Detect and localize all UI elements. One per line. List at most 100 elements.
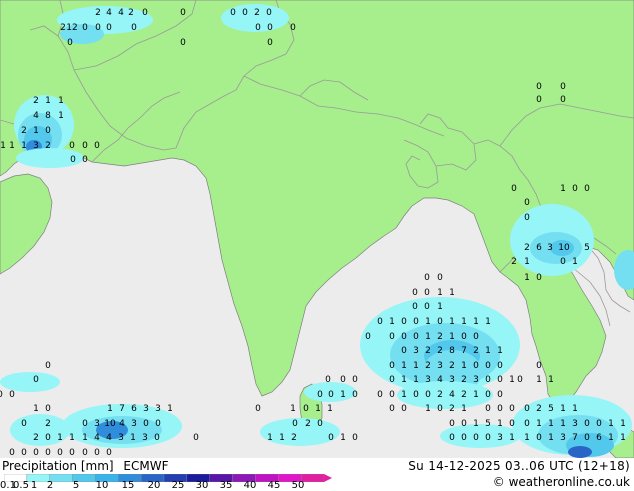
precip-value: 0 [82,141,88,151]
precip-value: 2 [473,346,479,356]
precip-value: 1 [620,419,626,429]
precip-value: 1 [548,433,554,443]
precip-value: 1 [524,433,530,443]
precip-value: 0 [142,8,148,18]
precip-value: 0 [255,23,261,33]
precip-value: 0 [511,184,517,194]
precip-value: 1 [57,433,63,443]
precip-value: 0 [401,346,407,356]
precip-value: 0 [94,448,100,458]
precip-value: 0 [154,433,160,443]
precip-value: 0 [389,332,395,342]
precip-value: 1 [485,346,491,356]
precip-value: 0 [461,433,467,443]
colorbar-tick: 25 [171,480,185,491]
precip-value: 0 [317,419,323,429]
precip-value: 1 [389,317,395,327]
precip-value: 1 [33,126,39,136]
colorbar-tick: 40 [243,480,257,491]
precip-value: 3 [497,433,503,443]
precip-value: 0 [473,332,479,342]
precip-value: 0 [560,95,566,105]
precip-value: 0 [596,419,602,429]
precip-value: 0 [449,419,455,429]
precip-value: 0 [524,404,530,414]
precip-value: 0 [517,375,523,385]
precip-value: 3 [33,141,39,151]
precip-value: 1 [524,273,530,283]
precip-value: 1 [279,433,285,443]
precip-value: 0 [352,390,358,400]
precip-value: 1 [167,404,173,414]
precip-value: 5 [584,243,590,253]
precip-value: 0 [524,213,530,223]
precip-value: 0 [45,361,51,371]
precip-value: 1 [33,404,39,414]
precip-value: 0 [82,23,88,33]
precip-value: 0 [70,155,76,165]
precip-value: 0 [389,390,395,400]
precip-value: 0 [497,390,503,400]
precip-value: 1 [572,404,578,414]
precip-value: 0 [21,419,27,429]
precip-value: 0 [180,38,186,48]
precip-value: 2 [437,332,443,342]
precip-value: 0 [352,375,358,385]
precip-value: 1 [473,317,479,327]
colorbar-tick: 1 [30,480,38,491]
precip-value: 0 [106,23,112,33]
precip-value: 0 [131,23,137,33]
precip-value: 0 [328,433,334,443]
precip-value: 12 [66,23,77,33]
precip-value: 2 [45,419,51,429]
precip-value: 6 [131,404,137,414]
precip-value: 0 [437,404,443,414]
colorbar-tick: 50 [291,480,305,491]
precip-value: 7 [461,346,467,356]
precip-value: 1 [608,433,614,443]
precip-value: 0 [267,38,273,48]
precip-value: 3 [547,243,553,253]
precip-value: 0 [9,448,15,458]
precip-value: 3 [413,346,419,356]
precip-value: 7 [119,404,125,414]
model-name: ECMWF [123,459,169,473]
precip-value: 0 [377,317,383,327]
precip-value: 0 [67,38,73,48]
precip-value: 1 [449,288,455,298]
precip-value: 1 [509,375,515,385]
precip-value: 0 [524,198,530,208]
precip-value: 0 [155,419,161,429]
colorbar-tick: 10 [95,480,109,491]
precip-value: 0 [21,448,27,458]
precipitation-map: 2 4 4 2 0 0 0 0 2 02 12 0 0 0 0 0 0 00 0 00 00 02 1 14 8 12 1 01 1 1 3… [0,0,634,458]
precip-value: 2 [45,141,51,151]
precip-value: 1 [449,332,455,342]
colorbar-tick: 35 [219,480,233,491]
precip-value: 0 [560,257,566,267]
precip-value: 0 [509,419,515,429]
precip-value: 3 [94,419,100,429]
precip-value: 0 [536,95,542,105]
precip-value: 0 [461,332,467,342]
precip-value: 2 [524,243,530,253]
precip-value: 0 [0,390,3,400]
precip-value: 0 [290,23,296,33]
precip-value: 0 [413,317,419,327]
precip-value: 0 [143,419,149,429]
precip-value: 1 [449,317,455,327]
precip-value: 3 [142,433,148,443]
precip-value: 1 [524,257,530,267]
precip-value: 0 [57,448,63,458]
precip-value: 2 [425,346,431,356]
precip-value: 0 [437,317,443,327]
precip-value: 1 [58,96,64,106]
precip-value: 0 [461,419,467,429]
precip-value: 1 [560,184,566,194]
precip-value: 1 [497,419,503,429]
precip-value: 4 [33,111,39,121]
precip-value: 0 [425,390,431,400]
precip-value: 0 [584,184,590,194]
precip-value: 1 [608,419,614,429]
precip-value: 4 [106,8,112,18]
